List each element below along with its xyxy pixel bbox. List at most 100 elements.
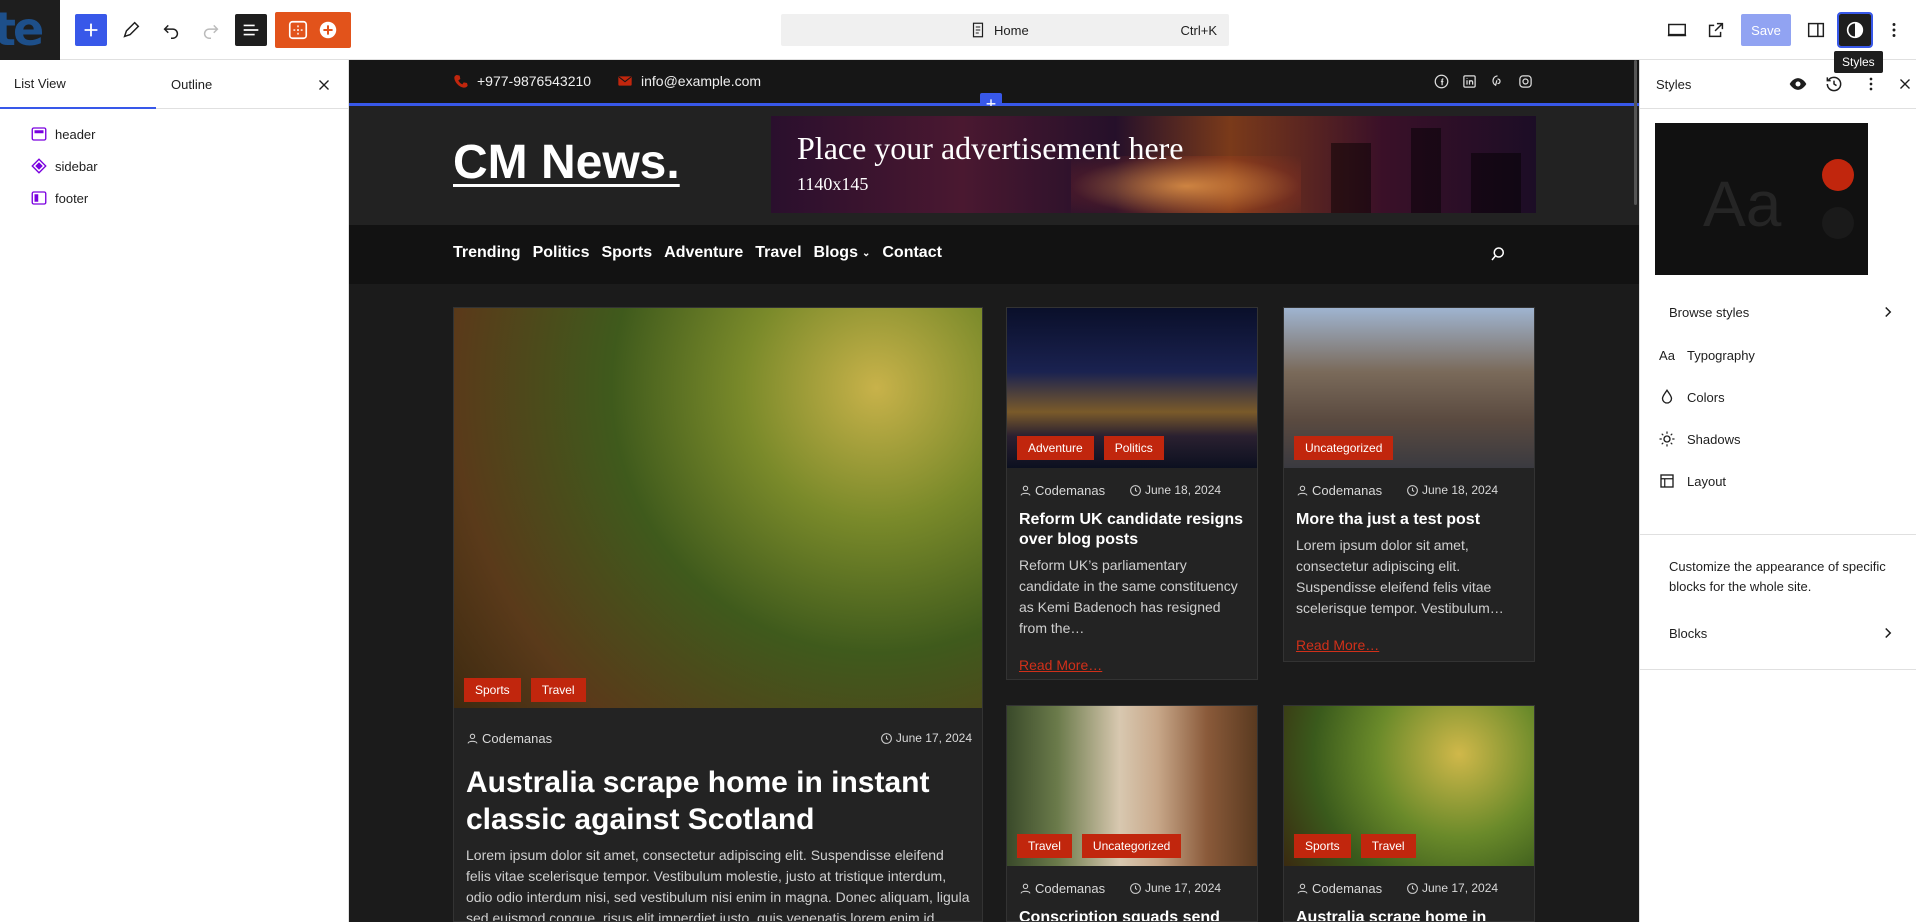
tab-list-view[interactable]: List View: [0, 60, 156, 109]
style-book-button[interactable]: [1786, 72, 1810, 96]
post-title[interactable]: Australia scrape home in: [1296, 908, 1521, 921]
clock-icon: [881, 732, 892, 744]
post-card[interactable]: Uncategorized Codemanas June 18, 2024 Mo…: [1283, 307, 1535, 662]
user-icon: [1297, 883, 1308, 894]
tab-outline[interactable]: Outline: [156, 60, 312, 109]
redo-button[interactable]: [195, 14, 227, 46]
tag[interactable]: Uncategorized: [1294, 436, 1394, 460]
styles-button[interactable]: [1837, 12, 1873, 48]
post-card[interactable]: Travel Uncategorized Codemanas June 17, …: [1006, 705, 1258, 922]
colors-icon: [1656, 386, 1678, 408]
email-text: info@example.com: [641, 73, 762, 89]
tools-button[interactable]: [115, 14, 147, 46]
tree-item-footer[interactable]: footer: [0, 182, 348, 214]
nav-item-politics[interactable]: Politics: [533, 244, 590, 262]
editor-canvas[interactable]: +977-9876543210 info@example.com + CM Ne…: [349, 60, 1639, 922]
featured-post-image[interactable]: Sports Travel: [454, 308, 982, 708]
nav-item-adventure[interactable]: Adventure: [664, 244, 743, 262]
post-date: June 18, 2024: [1129, 483, 1221, 497]
post-title[interactable]: More tha just a test post: [1296, 510, 1521, 530]
site-icon-button[interactable]: te: [0, 0, 60, 60]
plugin-icon: [288, 20, 308, 40]
view-site-button[interactable]: [1700, 14, 1732, 46]
blocks-item[interactable]: Blocks: [1656, 615, 1901, 651]
tag[interactable]: Sports: [464, 678, 521, 702]
styles-options-button[interactable]: [1859, 72, 1883, 96]
document-overview-button[interactable]: [235, 14, 267, 46]
tag[interactable]: Travel: [1360, 834, 1416, 858]
pinterest-icon[interactable]: [1489, 73, 1506, 90]
linkedin-icon[interactable]: [1461, 73, 1478, 90]
ad-size: 1140x145: [797, 174, 869, 194]
block-inserter-button[interactable]: [75, 14, 107, 46]
mail-icon: [618, 76, 632, 86]
typography-item[interactable]: Aa Typography: [1656, 337, 1901, 373]
post-title[interactable]: Reform UK candidate resigns over blog po…: [1019, 510, 1244, 550]
device-preview-button[interactable]: [1661, 14, 1693, 46]
browse-styles-item[interactable]: Browse styles: [1656, 294, 1901, 330]
post-author[interactable]: Codemanas: [1019, 881, 1105, 896]
post-date: June 18, 2024: [1406, 483, 1498, 497]
post-title[interactable]: Conscription squads send: [1019, 908, 1244, 921]
sidebar-toggle-icon: [1807, 22, 1825, 38]
tree-item-sidebar[interactable]: sidebar: [0, 150, 348, 182]
colors-item[interactable]: Colors: [1656, 379, 1901, 415]
post-image[interactable]: Travel Uncategorized: [1007, 706, 1257, 866]
user-icon: [467, 733, 478, 744]
post-card[interactable]: Adventure Politics Codemanas June 18, 20…: [1006, 307, 1258, 680]
post-title[interactable]: Australia scrape home in instant classic…: [466, 764, 966, 838]
post-tags: Adventure Politics: [1017, 436, 1164, 460]
main-navigation: Trending Politics Sports Adventure Trave…: [349, 225, 1639, 284]
post-author[interactable]: Codemanas: [1296, 881, 1382, 896]
post-image[interactable]: Uncategorized: [1284, 308, 1534, 468]
featured-post-card[interactable]: Sports Travel Codemanas June 17, 2024 Au…: [453, 307, 983, 922]
revisions-button[interactable]: [1822, 72, 1846, 96]
tag[interactable]: Uncategorized: [1081, 834, 1182, 858]
post-author[interactable]: Codemanas: [1296, 483, 1382, 498]
undo-button[interactable]: [155, 14, 187, 46]
tag[interactable]: Travel: [530, 678, 586, 702]
style-preview[interactable]: Aa: [1655, 123, 1868, 275]
save-button[interactable]: Save: [1741, 14, 1791, 46]
site-header[interactable]: CM News. Place your advertisement here 1…: [349, 106, 1639, 225]
email-contact[interactable]: info@example.com: [617, 73, 761, 89]
nav-item-contact[interactable]: Contact: [882, 244, 942, 262]
facebook-icon[interactable]: [1433, 73, 1450, 90]
tag[interactable]: Travel: [1017, 834, 1072, 858]
tag[interactable]: Politics: [1103, 436, 1164, 460]
read-more-link[interactable]: Read More…: [1296, 637, 1379, 653]
post-image[interactable]: Sports Travel: [1284, 706, 1534, 866]
tag[interactable]: Sports: [1294, 834, 1351, 858]
tree-item-label: footer: [55, 190, 89, 206]
settings-button[interactable]: [1800, 14, 1832, 46]
options-button[interactable]: [1878, 14, 1910, 46]
tree-item-header[interactable]: header: [0, 118, 348, 150]
advertisement-banner[interactable]: Place your advertisement here 1140x145: [771, 116, 1536, 213]
close-icon: [319, 80, 329, 90]
nav-item-sports[interactable]: Sports: [601, 244, 652, 262]
close-list-view-button[interactable]: [314, 75, 334, 95]
post-excerpt: Lorem ipsum dolor sit amet, consectetur …: [466, 847, 970, 922]
search-icon[interactable]: [1489, 245, 1507, 263]
plugin-toolbar-button[interactable]: [275, 12, 351, 48]
command-palette-bar[interactable]: Home Ctrl+K: [781, 14, 1229, 46]
site-title[interactable]: CM News.: [453, 135, 680, 190]
phone-contact[interactable]: +977-9876543210: [453, 73, 591, 89]
tag[interactable]: Adventure: [1017, 436, 1094, 460]
close-styles-button[interactable]: [1893, 72, 1916, 96]
shadows-item[interactable]: Shadows: [1656, 421, 1901, 457]
instagram-icon[interactable]: [1517, 73, 1534, 90]
nav-item-blogs[interactable]: Blogs ⌄: [814, 244, 871, 262]
post-author[interactable]: Codemanas: [1019, 483, 1105, 498]
post-author[interactable]: Codemanas: [466, 731, 552, 746]
nav-item-travel[interactable]: Travel: [755, 244, 801, 262]
canvas-scrollbar[interactable]: [1634, 60, 1637, 205]
post-image[interactable]: Adventure Politics: [1007, 308, 1257, 468]
block-tree: header sidebar footer: [0, 109, 348, 214]
list-view-icon: [243, 24, 259, 36]
chevron-right-icon: [1885, 627, 1892, 639]
layout-item[interactable]: Layout: [1656, 463, 1901, 499]
post-card[interactable]: Sports Travel Codemanas June 17, 2024 Au…: [1283, 705, 1535, 922]
read-more-link[interactable]: Read More…: [1019, 657, 1102, 673]
nav-item-trending[interactable]: Trending: [453, 244, 521, 262]
